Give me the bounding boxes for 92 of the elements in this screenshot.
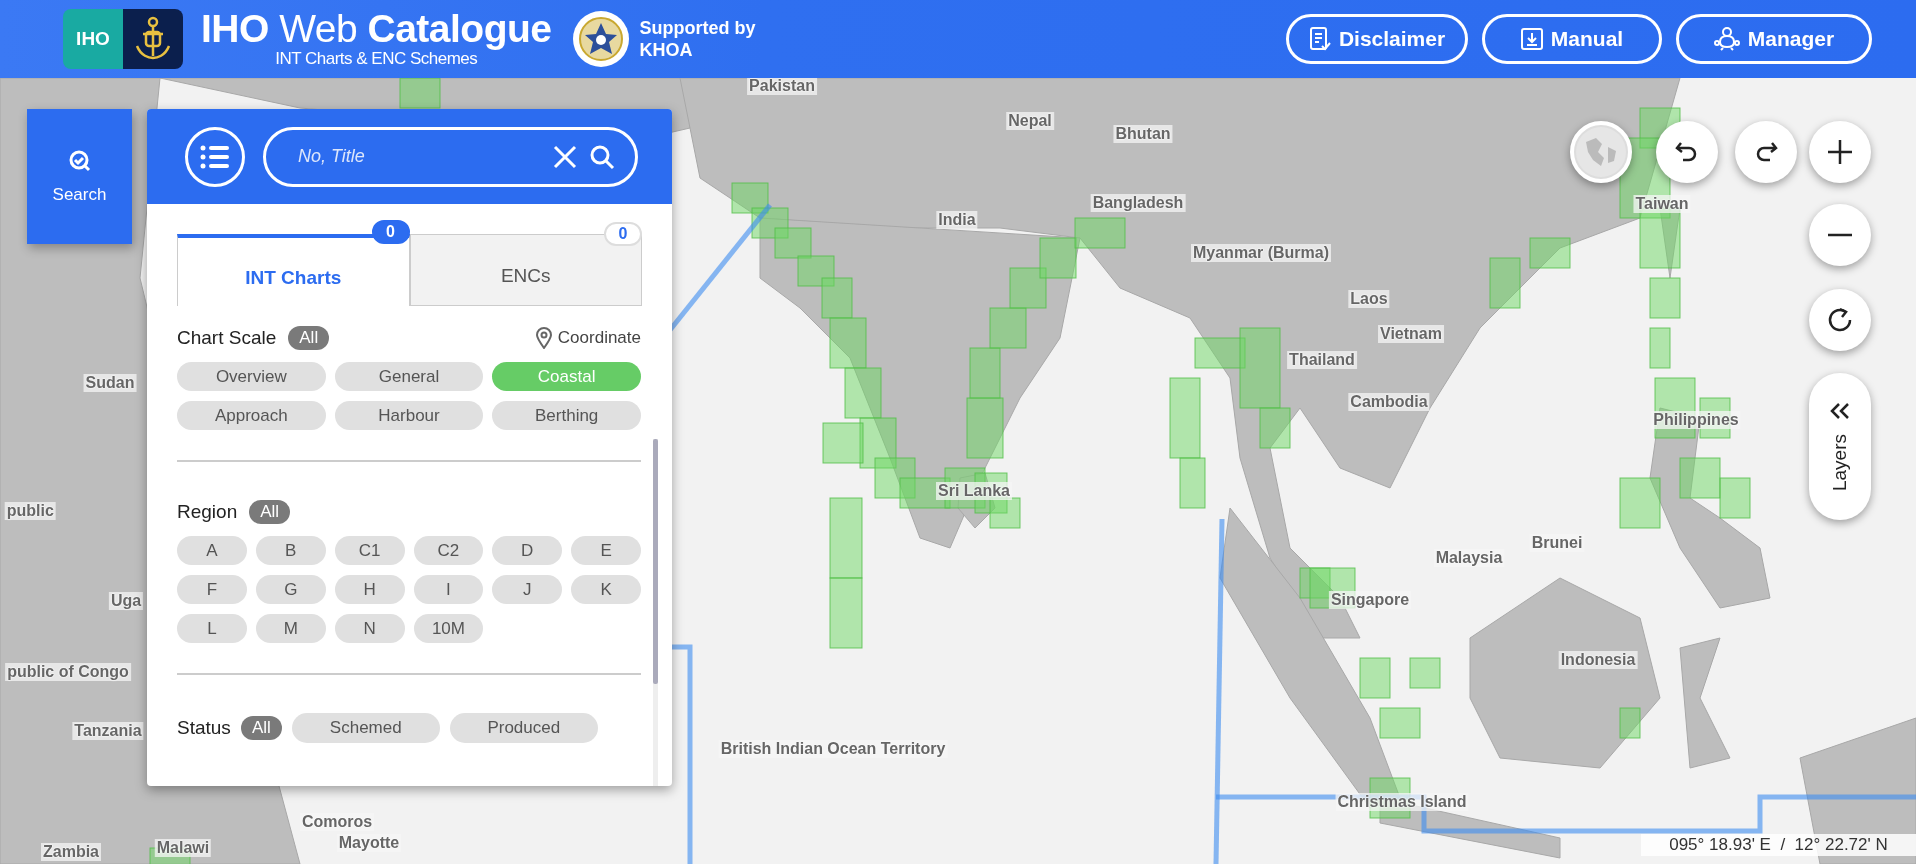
coordinate-link[interactable]: Coordinate [535,327,641,349]
map-label: Sudan [83,374,137,392]
filter-chip[interactable]: A [177,536,247,565]
filter-chip[interactable]: N [334,614,405,643]
map-label: Indonesia [1558,651,1638,669]
filter-chip[interactable]: I [413,575,484,604]
filter-chip[interactable]: L [177,614,247,643]
map-label: public [4,502,56,520]
people-icon [1713,27,1740,51]
all-chip[interactable]: All [249,500,291,524]
map-label: Bhutan [1113,125,1173,143]
search-input[interactable]: No, Title [296,145,541,168]
map-label: Nepal [1006,112,1054,130]
map-label: British Indian Ocean Territory [718,740,948,758]
map-label: Laos [1348,290,1390,308]
map-label: Vietnam [1378,325,1444,343]
double-chevron-icon [1830,402,1850,420]
search-field[interactable]: No, Title [263,126,638,187]
globe-map-icon [1576,127,1626,177]
map-label: Uga [108,592,144,610]
list-button[interactable] [185,126,245,187]
logo-text: IHO [63,9,123,69]
map-label: Sri Lanka [936,482,1012,500]
download-icon [1520,28,1543,50]
map-label: Malawi [154,839,212,857]
minus-icon [1827,233,1853,237]
map-label: Bangladesh [1090,194,1186,212]
app-title: IHO Web Catalogue [201,9,552,49]
anchor-emblem-icon [133,16,173,62]
search-tab[interactable]: Search [27,109,132,244]
filter-chip[interactable]: E [571,536,641,565]
filter-chip[interactable]: J [492,575,563,604]
filter-chip[interactable]: Approach [177,401,326,430]
pin-icon [535,327,552,349]
filter-chip[interactable]: Harbour [334,401,484,430]
manual-button[interactable]: Manual [1482,14,1662,64]
filter-chip[interactable]: D [492,536,563,565]
filter-chip[interactable]: C2 [413,536,484,565]
clear-icon[interactable] [553,144,577,169]
count-badge: 0 [604,222,642,246]
app-subtitle: INT Charts & ENC Schemes [275,49,478,69]
document-check-icon [1308,27,1331,51]
emblem-icon [571,10,630,68]
zoom-in-button[interactable] [1809,121,1871,183]
map-label: Thailand [1287,351,1357,369]
all-chip[interactable]: All [288,326,330,350]
filter-chip[interactable]: C1 [334,536,405,565]
search-icon [67,148,92,173]
layers-button[interactable]: Layers [1809,373,1871,520]
map-label: Cambodia [1348,393,1430,411]
filter-chip[interactable]: Berthing [492,401,641,430]
map-label: Malaysia [1433,549,1505,567]
filter-chip[interactable]: Produced [449,713,598,743]
map-label: Pakistan [747,78,817,95]
filter-chip[interactable]: G [255,575,326,604]
list-icon [200,144,230,169]
search-icon[interactable] [589,143,615,170]
map-label: Philippines [1651,411,1741,429]
filter-chip[interactable]: H [334,575,405,604]
undo-button[interactable] [1656,121,1718,183]
filter-chip[interactable]: 10M [413,614,484,643]
section-title: Region [177,501,238,523]
all-chip[interactable]: All [240,716,282,740]
map-label: India [936,211,978,229]
supporter-name: KHOA [639,39,694,61]
filter-chip[interactable]: K [571,575,641,604]
count-badge: 0 [371,220,410,244]
rotate-button[interactable] [1809,289,1871,351]
map-label: Taiwan [1633,195,1691,213]
disclaimer-button[interactable]: Disclaimer [1286,14,1468,64]
filter-chip[interactable]: F [177,575,247,604]
scrollbar[interactable] [653,439,658,786]
plus-icon [1827,139,1853,165]
filter-chip[interactable]: General [334,362,484,391]
map-label: Singapore [1328,591,1412,609]
coordinate-readout: 095° 18.93' E / 12° 22.72' N [1641,834,1916,856]
supported-by-label: Supported by [639,17,756,39]
map-label: Myanmar (Burma) [1191,244,1331,262]
map-label: Mayotte [336,834,402,852]
map-label: public of Congo [5,663,131,681]
section-title: Status [177,717,231,739]
rotate-icon [1827,307,1853,333]
filter-chip[interactable]: B [255,536,326,565]
filter-chip[interactable]: Overview [177,362,326,391]
map-label: Zambia [41,843,101,861]
filter-chip[interactable]: Schemed [291,713,440,743]
manager-button[interactable]: Manager [1676,14,1872,64]
filter-chip[interactable]: M [255,614,326,643]
section-title: Chart Scale [177,327,277,349]
redo-button[interactable] [1735,121,1797,183]
map-label: Tanzania [72,722,144,740]
map-label: Christmas Island [1335,793,1469,811]
